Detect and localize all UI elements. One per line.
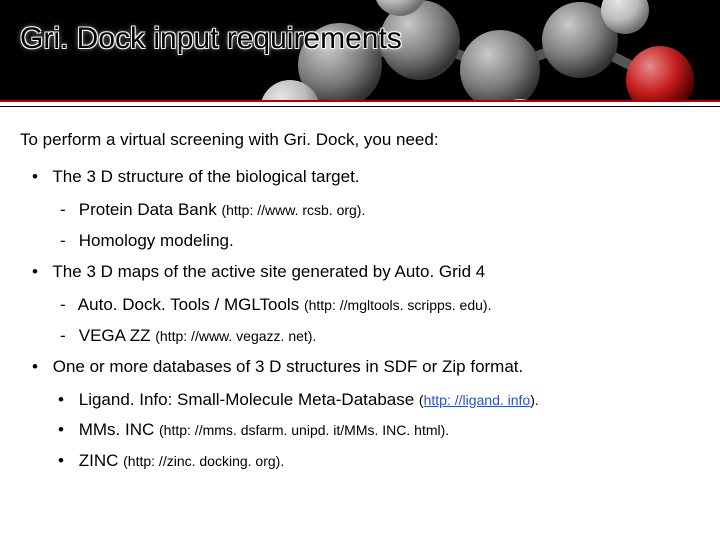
subbullet-homology: Homology modeling.	[60, 230, 700, 253]
subbullet-adt: Auto. Dock. Tools / MGLTools (http: //mg…	[60, 294, 700, 317]
bullet-databases: One or more databases of 3 D structures …	[34, 356, 700, 379]
title-banner: Gri. Dock input requirements	[0, 0, 720, 100]
bullet-text: One or more databases of 3 D structures …	[53, 357, 524, 376]
subbullet-url: (http: //mgltools. scripps. edu).	[304, 297, 492, 313]
subbullet-text: VEGA ZZ	[79, 326, 151, 345]
subbullet-ligandinfo: Ligand. Info: Small-Molecule Meta-Databa…	[60, 389, 700, 412]
slide-body: To perform a virtual screening with Gri.…	[0, 107, 720, 473]
subbullet-text: Ligand. Info: Small-Molecule Meta-Databa…	[79, 390, 414, 409]
subbullet-text: Homology modeling.	[79, 231, 234, 250]
bullet-maps: The 3 D maps of the active site generate…	[34, 261, 700, 284]
subbullet-pdb: Protein Data Bank (http: //www. rcsb. or…	[60, 199, 700, 222]
subbullet-url: (http: //mms. dsfarm. unipd. it/MMs. INC…	[159, 422, 449, 438]
subbullet-text: Protein Data Bank	[79, 200, 217, 219]
subbullet-url: (http: //www. vegazz. net).	[155, 328, 316, 344]
subbullet-url: (http: //zinc. docking. org).	[123, 453, 284, 469]
subbullet-zinc: ZINC (http: //zinc. docking. org).	[60, 450, 700, 473]
intro-text: To perform a virtual screening with Gri.…	[20, 129, 700, 152]
bullet-target: The 3 D structure of the biological targ…	[34, 166, 700, 189]
subbullet-mmsinc: MMs. INC (http: //mms. dsfarm. unipd. it…	[60, 419, 700, 442]
ligand-info-link[interactable]: http: //ligand. info	[424, 392, 531, 408]
subbullet-url: (http: //www. rcsb. org).	[221, 202, 365, 218]
divider-red	[0, 100, 720, 102]
bullet-text: The 3 D maps of the active site generate…	[52, 262, 485, 281]
subbullet-text: ZINC	[79, 451, 119, 470]
subbullet-text: Auto. Dock. Tools / MGLTools	[78, 295, 299, 314]
slide-title: Gri. Dock input requirements	[20, 22, 402, 56]
subbullet-text: MMs. INC	[79, 420, 155, 439]
subbullet-vega: VEGA ZZ (http: //www. vegazz. net).	[60, 325, 700, 348]
subbullet-url-wrap: (http: //ligand. info).	[419, 392, 539, 408]
paren-close: ).	[530, 392, 539, 408]
slide: Gri. Dock input requirements To perform …	[0, 0, 720, 540]
bullet-text: The 3 D structure of the biological targ…	[52, 167, 359, 186]
